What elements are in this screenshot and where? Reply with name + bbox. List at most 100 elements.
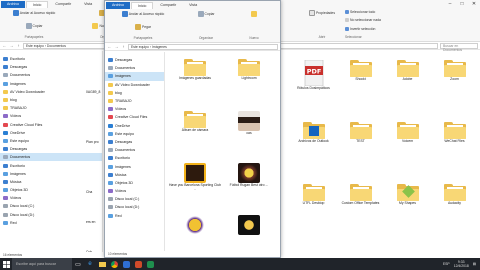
nav-item[interactable]: Vídeos: [105, 187, 164, 195]
forward-arrow-icon[interactable]: →: [9, 43, 14, 48]
start-button[interactable]: [0, 258, 12, 270]
navigation-pane: Descargas Documentos Imágenes AV Video D…: [105, 52, 165, 253]
folder-item[interactable]: TEST: [337, 122, 384, 184]
up-arrow-icon[interactable]: ↑: [121, 44, 126, 49]
tab-file[interactable]: Archivo: [1, 0, 25, 8]
image-item[interactable]: Have you Barcelona Sporting Club ..: [168, 163, 222, 215]
folder-item[interactable]: Álbum de cámara: [168, 111, 222, 163]
nav-item[interactable]: Documentos: [0, 71, 102, 79]
folder-item[interactable]: Custom Office Templates: [337, 184, 384, 246]
nav-item[interactable]: Disco local (C:): [105, 195, 164, 203]
copy-button[interactable]: Copiar: [25, 22, 43, 29]
nav-item[interactable]: Escritorio: [105, 154, 164, 162]
back-arrow-icon[interactable]: ←: [107, 44, 112, 49]
nav-item[interactable]: Este equipo: [105, 130, 164, 138]
copy-icon: [197, 11, 204, 17]
nav-item[interactable]: Descargas: [105, 138, 164, 146]
file-grid: Imágenes guardadas Lightroom Álbum de cá…: [168, 59, 278, 257]
app-icon[interactable]: [144, 258, 156, 270]
up-arrow-icon[interactable]: ↑: [16, 43, 21, 48]
videos-icon: [108, 189, 113, 194]
app-icon[interactable]: [120, 258, 132, 270]
language-indicator[interactable]: ESP: [443, 262, 450, 266]
tab-file[interactable]: Archivo: [106, 1, 130, 9]
outlook-folder-icon: [302, 122, 325, 139]
folder-icon: [184, 59, 206, 76]
nav-item-selected[interactable]: Imágenes: [105, 72, 164, 81]
folder-item[interactable]: Archivos de Outlook: [290, 122, 337, 184]
search-input[interactable]: Buscar en Documentos: [440, 42, 478, 52]
nav-item[interactable]: blog: [105, 89, 164, 97]
nav-item[interactable]: Vídeos: [105, 105, 164, 113]
drive-icon: [108, 197, 113, 202]
folder-item[interactable]: Adobe: [384, 60, 431, 122]
svg-text:PDF: PDF: [306, 68, 321, 76]
tab-view[interactable]: Vista: [78, 1, 98, 8]
image-item[interactable]: cas: [222, 111, 276, 163]
minimize-button[interactable]: –: [444, 0, 456, 8]
folder-item[interactable]: Imágenes guardadas: [168, 59, 222, 111]
nav-item[interactable]: Descargas: [105, 56, 164, 64]
clock[interactable]: 9:33 12/4/2018: [454, 260, 469, 268]
tab-home[interactable]: Inicio: [130, 1, 154, 9]
edge-icon[interactable]: e: [84, 258, 96, 270]
select-all-icon: [345, 10, 349, 14]
file-explorer-icon[interactable]: [96, 258, 108, 270]
tab-share[interactable]: Compartir: [49, 1, 77, 8]
paste-button[interactable]: Pegar: [134, 23, 151, 30]
properties-button[interactable]: Propiedades: [308, 10, 335, 16]
pin-button[interactable]: Anclar al Acceso rápido: [12, 10, 55, 16]
notifications-icon[interactable]: ▤: [473, 262, 476, 266]
copy-button[interactable]: Copiar: [197, 11, 215, 17]
new-folder-button[interactable]: [251, 11, 257, 17]
folder-icon: [396, 122, 419, 139]
invert-selection-button[interactable]: Invertir selección: [345, 26, 375, 31]
back-arrow-icon[interactable]: ←: [2, 43, 7, 48]
folder-item[interactable]: Zoom: [431, 60, 478, 122]
folder-item[interactable]: Shockt: [337, 60, 384, 122]
tab-view[interactable]: Vista: [183, 2, 203, 9]
select-all-button[interactable]: Seleccionar todo: [345, 10, 375, 14]
nav-item[interactable]: Documentos: [105, 64, 164, 72]
image-item[interactable]: Fútbol Rugan Best otro ...: [222, 163, 276, 215]
pin-button[interactable]: Anclar al Acceso rápido: [121, 11, 164, 17]
tab-share[interactable]: Compartir: [154, 2, 182, 9]
folder-item[interactable]: WeChat Files: [431, 122, 478, 184]
nav-item[interactable]: Escritorio: [0, 55, 102, 63]
file-item-pdf[interactable]: PDF Rótulos Dosimpáticos: [290, 60, 337, 122]
nav-item[interactable]: Música: [105, 171, 164, 179]
breadcrumb[interactable]: Este equipo › Imágenes: [128, 43, 278, 50]
folder-item[interactable]: UTFL Desktop: [290, 184, 337, 246]
app-icon[interactable]: [132, 258, 144, 270]
select-none-button[interactable]: No seleccionar nada: [345, 18, 381, 23]
folder-item[interactable]: Lightroom: [222, 59, 276, 111]
folder-item[interactable]: Audacity: [431, 184, 478, 246]
forward-arrow-icon[interactable]: →: [114, 44, 119, 49]
folder-item[interactable]: Voicem: [384, 122, 431, 184]
nav-item[interactable]: AV Video Downloader: [105, 81, 164, 89]
maximize-button[interactable]: □: [456, 0, 468, 8]
task-view-icon[interactable]: ▭: [72, 258, 84, 270]
folder-item[interactable]: My Shapes: [384, 184, 431, 246]
nav-item[interactable]: Documentos: [105, 146, 164, 154]
close-button[interactable]: ✕: [468, 0, 480, 8]
group-clipboard: Anclar al Acceso rápido Pegar Portapapel…: [108, 11, 178, 40]
pin-icon: [121, 11, 128, 17]
chrome-icon[interactable]: [108, 258, 120, 270]
tab-home[interactable]: Inicio: [25, 0, 49, 8]
nav-item[interactable]: Imágenes: [105, 162, 164, 170]
image-thumbnail: [184, 215, 206, 235]
pictures-icon: [3, 81, 8, 86]
nav-item[interactable]: Disco local (D:): [105, 203, 164, 211]
nav-item[interactable]: Objetos 3D: [105, 179, 164, 187]
image-thumbnail: [184, 163, 206, 183]
nav-item[interactable]: TRABAJO: [105, 97, 164, 105]
network-icon: [3, 220, 8, 225]
taskbar-search-input[interactable]: Escribe aquí para buscar: [12, 258, 72, 270]
nav-item[interactable]: Descargas: [0, 63, 102, 71]
nav-item[interactable]: Creative Cloud Files: [105, 113, 164, 121]
nav-item[interactable]: OneDrive: [105, 122, 164, 130]
nav-item[interactable]: Imágenes: [0, 80, 102, 88]
group-new: Propiedades Abrir: [302, 10, 342, 39]
nav-item[interactable]: Red: [105, 212, 164, 220]
